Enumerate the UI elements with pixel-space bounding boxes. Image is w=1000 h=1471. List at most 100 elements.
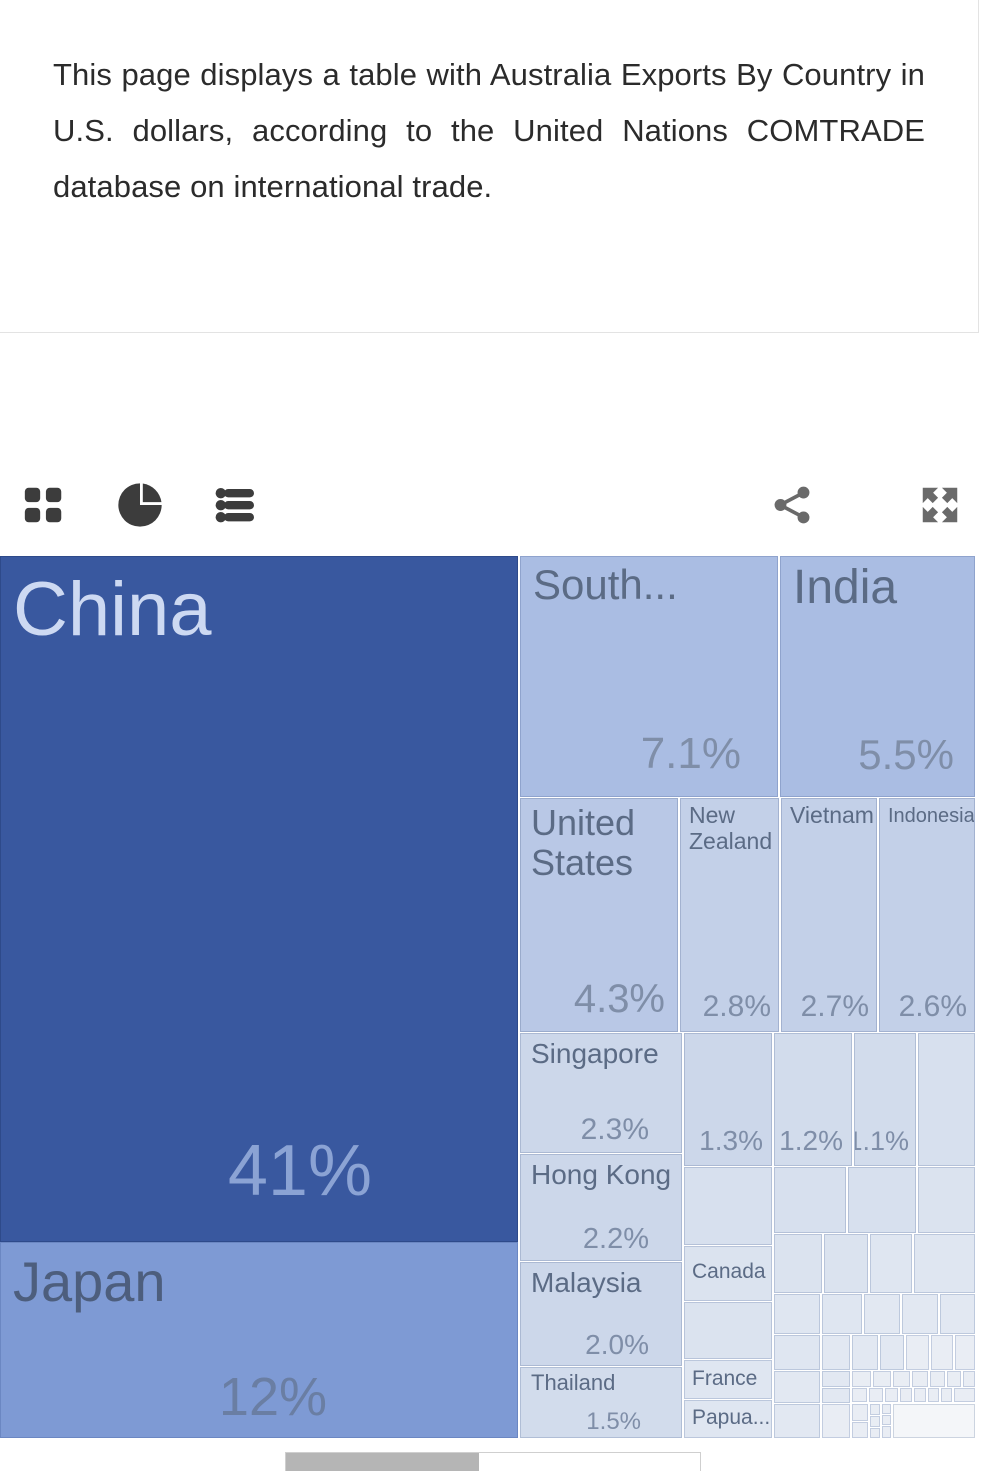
treemap-tile-small[interactable] <box>852 1371 871 1387</box>
treemap-tile-singapore[interactable]: Singapore 2.3% <box>520 1033 682 1153</box>
treemap-tile-small[interactable] <box>906 1335 929 1370</box>
treemap-tile-canada[interactable]: Canada <box>684 1246 772 1301</box>
view-mode-group <box>16 477 264 533</box>
tile-value: 1.2% <box>779 1125 843 1157</box>
treemap-tile-small[interactable] <box>914 1234 975 1293</box>
tile-value: 12% <box>218 1366 327 1427</box>
treemap-tile-china[interactable]: China 41% <box>0 556 518 1242</box>
treemap-tile-small[interactable] <box>864 1294 900 1334</box>
treemap-tile-small[interactable] <box>822 1335 850 1370</box>
treemap-tile-hong-kong[interactable]: Hong Kong 2.2% <box>520 1154 682 1261</box>
treemap-tile-small[interactable] <box>774 1371 820 1403</box>
treemap-tile-vietnam[interactable]: Vietnam 2.7% <box>781 798 877 1032</box>
treemap-tile-small[interactable] <box>882 1426 891 1438</box>
treemap-tile-small[interactable] <box>869 1388 883 1402</box>
horizontal-scrollbar[interactable] <box>285 1452 701 1471</box>
tile-label: Japan <box>13 1250 166 1313</box>
tile-value: 2.6% <box>898 990 967 1023</box>
treemap-tile-unlabeled-1[interactable]: 1.3% <box>684 1033 772 1166</box>
treemap-tile-small[interactable] <box>852 1422 868 1438</box>
treemap-view-button[interactable] <box>16 477 72 533</box>
tile-label: Hong Kong <box>531 1159 672 1190</box>
tile-label: Singapore <box>531 1038 659 1069</box>
tile-label: Thailand <box>531 1370 616 1395</box>
tile-value: 5.5% <box>858 730 954 778</box>
treemap-tile-small[interactable] <box>870 1234 912 1293</box>
tile-label: Vietnam <box>790 802 874 828</box>
treemap-tile-small[interactable] <box>954 1388 975 1402</box>
treemap-tile-small[interactable] <box>822 1294 862 1334</box>
treemap-tile-small[interactable] <box>824 1234 868 1293</box>
treemap-chart: China 41% Japan 12% South... 7.1% India … <box>0 556 975 1438</box>
treemap-tile-small[interactable] <box>774 1234 822 1293</box>
treemap-tile-small[interactable] <box>774 1167 846 1233</box>
treemap-tile-small[interactable] <box>848 1167 916 1233</box>
treemap-tile-india[interactable]: India 5.5% <box>780 556 975 797</box>
treemap-tile-unlabeled-4[interactable] <box>918 1033 975 1166</box>
treemap-tile-small[interactable] <box>928 1388 939 1402</box>
tile-label: China <box>13 567 212 652</box>
treemap-tile-small[interactable] <box>852 1404 868 1421</box>
treemap-tile-unlabeled-2[interactable]: 1.2% <box>774 1033 852 1166</box>
treemap-tile-small[interactable] <box>885 1388 898 1402</box>
treemap-tile-small[interactable] <box>947 1371 961 1387</box>
treemap-tile-small[interactable] <box>930 1371 945 1387</box>
bar-list-view-icon <box>212 481 260 529</box>
fullscreen-button[interactable] <box>912 477 968 533</box>
treemap-tile-small[interactable] <box>882 1415 891 1425</box>
share-button[interactable] <box>764 477 820 533</box>
treemap-tile-small[interactable] <box>918 1167 975 1233</box>
treemap-tile-small[interactable] <box>955 1335 975 1370</box>
pie-chart-view-button[interactable] <box>112 477 168 533</box>
treemap-tile-smallest[interactable] <box>893 1404 975 1438</box>
treemap-tile-papua-new-guinea[interactable]: Papua... <box>684 1400 772 1438</box>
treemap-tile-small[interactable] <box>822 1371 850 1387</box>
tile-label: Malaysia <box>531 1267 642 1298</box>
treemap-tile-south-korea[interactable]: South... 7.1% <box>520 556 778 797</box>
treemap-tile-small[interactable] <box>822 1404 850 1438</box>
tile-value: 2.3% <box>580 1113 649 1146</box>
treemap-tile-unlabeled-5[interactable] <box>684 1167 772 1245</box>
tile-value: 1.3% <box>699 1125 763 1157</box>
tile-value: 7.1% <box>640 728 741 778</box>
treemap-tile-small[interactable] <box>893 1371 910 1387</box>
tile-value: 4.3% <box>573 977 665 1021</box>
treemap-tile-small[interactable] <box>852 1335 878 1370</box>
treemap-tile-small[interactable] <box>912 1371 928 1387</box>
treemap-tile-small[interactable] <box>870 1416 880 1427</box>
tile-value: 2.7% <box>800 990 869 1023</box>
treemap-tile-thailand[interactable]: Thailand 1.5% <box>520 1367 682 1438</box>
treemap-tile-small[interactable] <box>873 1371 891 1387</box>
treemap-tile-small[interactable] <box>774 1404 820 1438</box>
tile-label: India <box>793 561 898 614</box>
treemap-tile-small[interactable] <box>963 1371 975 1387</box>
tile-label: Papua... <box>692 1406 771 1429</box>
treemap-tile-japan[interactable]: Japan 12% <box>0 1242 518 1438</box>
treemap-tile-small[interactable] <box>880 1335 904 1370</box>
treemap-tile-indonesia[interactable]: Indonesia 2.6% <box>879 798 975 1032</box>
treemap-tile-united-states[interactable]: United States 4.3% <box>520 798 678 1032</box>
treemap-tile-small[interactable] <box>774 1335 820 1370</box>
treemap-tile-small[interactable] <box>941 1388 952 1402</box>
tile-label: Indonesia <box>888 805 975 827</box>
treemap-tile-small[interactable] <box>882 1404 891 1414</box>
scrollbar-thumb[interactable] <box>286 1453 479 1471</box>
treemap-tile-malaysia[interactable]: Malaysia 2.0% <box>520 1262 682 1366</box>
treemap-tile-small[interactable] <box>870 1404 880 1415</box>
treemap-tile-small[interactable] <box>774 1294 820 1334</box>
treemap-tile-unlabeled-3[interactable]: 1.1% <box>854 1033 916 1166</box>
treemap-view-icon <box>21 482 67 528</box>
treemap-tile-small[interactable] <box>852 1388 867 1402</box>
treemap-tile-small[interactable] <box>914 1388 926 1402</box>
treemap-tile-small[interactable] <box>822 1388 850 1403</box>
treemap-tile-small[interactable] <box>940 1294 975 1334</box>
treemap-tile-small[interactable] <box>870 1428 880 1438</box>
treemap-tile-small[interactable] <box>931 1335 953 1370</box>
treemap-tile-new-zealand[interactable]: New Zealand 2.8% <box>680 798 779 1032</box>
treemap-tile-small[interactable] <box>902 1294 938 1334</box>
chart-toolbar <box>0 455 1000 555</box>
treemap-tile-small[interactable] <box>900 1388 912 1402</box>
bar-list-view-button[interactable] <box>208 477 264 533</box>
treemap-tile-unlabeled-6[interactable] <box>684 1302 772 1359</box>
treemap-tile-france[interactable]: France <box>684 1360 772 1399</box>
